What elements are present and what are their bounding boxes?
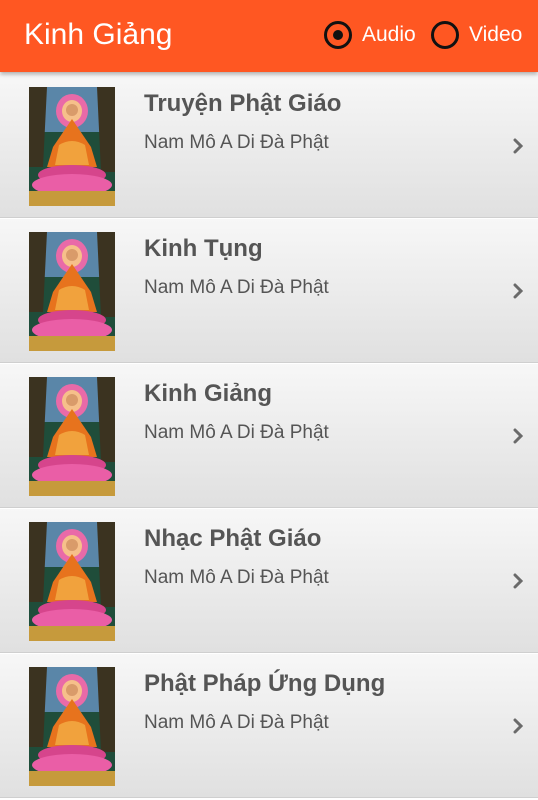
list-item[interactable]: Kinh Tụng Nam Mô A Di Đà Phật <box>0 219 538 363</box>
item-title: Nhạc Phật Giáo <box>144 525 322 552</box>
radio-selected-icon[interactable] <box>324 21 352 49</box>
buddha-thumbnail <box>29 377 115 496</box>
chevron-right-icon <box>513 718 524 734</box>
list-item[interactable]: Phật Pháp Ứng Dụng Nam Mô A Di Đà Phật <box>0 654 538 798</box>
chevron-right-icon <box>513 283 524 299</box>
chevron-right-icon <box>513 138 524 154</box>
radio-unselected-icon[interactable] <box>431 21 459 49</box>
item-title: Truyện Phật Giáo <box>144 90 342 117</box>
category-list: Truyện Phật Giáo Nam Mô A Di Đà Phật Kin… <box>0 74 538 798</box>
buddha-thumbnail <box>29 667 115 786</box>
chevron-right-icon <box>513 428 524 444</box>
list-item[interactable]: Truyện Phật Giáo Nam Mô A Di Đà Phật <box>0 74 538 218</box>
audio-radio[interactable]: Audio <box>324 17 416 53</box>
video-label[interactable]: Video <box>469 21 522 49</box>
item-subtitle: Nam Mô A Di Đà Phật <box>144 567 329 588</box>
list-item[interactable]: Nhạc Phật Giáo Nam Mô A Di Đà Phật <box>0 509 538 653</box>
buddha-thumbnail <box>29 522 115 641</box>
buddha-thumbnail <box>29 232 115 351</box>
video-radio[interactable]: Video <box>431 17 522 53</box>
item-title: Phật Pháp Ứng Dụng <box>144 670 386 697</box>
item-subtitle: Nam Mô A Di Đà Phật <box>144 422 329 443</box>
audio-label[interactable]: Audio <box>362 21 416 49</box>
item-subtitle: Nam Mô A Di Đà Phật <box>144 277 329 298</box>
chevron-right-icon <box>513 573 524 589</box>
item-subtitle: Nam Mô A Di Đà Phật <box>144 712 329 733</box>
item-title: Kinh Giảng <box>144 380 272 407</box>
app-title: Kinh Giảng <box>24 18 173 51</box>
app-bar: Kinh Giảng Audio Video <box>0 0 538 72</box>
item-subtitle: Nam Mô A Di Đà Phật <box>144 132 329 153</box>
buddha-thumbnail <box>29 87 115 206</box>
item-title: Kinh Tụng <box>144 235 263 262</box>
list-item[interactable]: Kinh Giảng Nam Mô A Di Đà Phật <box>0 364 538 508</box>
